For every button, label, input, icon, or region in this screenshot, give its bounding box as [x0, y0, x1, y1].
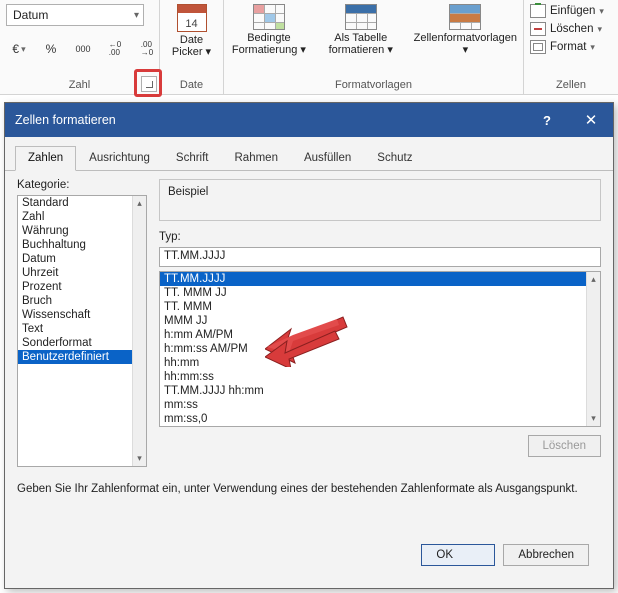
- scroll-up-icon: ▴: [591, 272, 596, 287]
- dialog-body: Kategorie: StandardZahlWährungBuchhaltun…: [5, 171, 613, 588]
- scrollbar[interactable]: ▴ ▾: [586, 272, 600, 426]
- category-item[interactable]: Text: [18, 322, 132, 336]
- cancel-button[interactable]: Abbrechen: [503, 544, 589, 566]
- format-item[interactable]: TT.MM.JJJJ: [160, 272, 586, 286]
- delete-cells-label: Löschen: [550, 23, 593, 35]
- preview-label: Beispiel: [168, 186, 592, 198]
- calendar-icon: 14: [177, 4, 207, 32]
- category-item[interactable]: Währung: [18, 224, 132, 238]
- cell-styles-label: Zellenformatvorlagen ▾: [414, 32, 517, 56]
- scroll-up-icon: ▴: [137, 196, 142, 211]
- format-item[interactable]: mm:ss,0: [160, 412, 586, 426]
- tab-schrift[interactable]: Schrift: [163, 146, 222, 171]
- delete-cells-button[interactable]: Löschen ▾: [530, 22, 612, 36]
- tab-ausrichtung[interactable]: Ausrichtung: [76, 146, 163, 171]
- chevron-down-icon: ▾: [597, 24, 602, 35]
- conditional-formatting-label: Bedingte Formatierung ▾: [230, 32, 308, 56]
- number-format-combo[interactable]: Datum ▾: [6, 4, 144, 26]
- category-item[interactable]: Sonderformat: [18, 336, 132, 350]
- category-label: Kategorie:: [17, 179, 147, 191]
- format-item[interactable]: @: [160, 426, 586, 427]
- conditional-formatting-icon: [253, 4, 285, 30]
- format-item[interactable]: hh:mm:ss: [160, 370, 586, 384]
- delete-icon: [530, 22, 546, 36]
- format-as-table-button[interactable]: Als Tabelle formatieren ▾: [322, 4, 400, 56]
- format-item[interactable]: hh:mm: [160, 356, 586, 370]
- cell-styles-button[interactable]: Zellenformatvorlagen ▾: [414, 4, 517, 56]
- scroll-down-icon: ▾: [137, 451, 142, 466]
- increase-decimal-button[interactable]: ←0.00: [102, 38, 128, 60]
- format-cells-dialog: Zellen formatieren ? ✕ Zahlen Ausrichtun…: [4, 102, 614, 589]
- ribbon: Datum ▾ € % 000 ←0.00 .00→0 Zahl 14 Date…: [0, 0, 618, 95]
- tab-zahlen[interactable]: Zahlen: [15, 146, 76, 171]
- dialog-tabs: Zahlen Ausrichtung Schrift Rahmen Ausfül…: [5, 137, 613, 171]
- type-input[interactable]: TT.MM.JJJJ: [159, 247, 601, 267]
- help-button[interactable]: ?: [525, 103, 569, 137]
- category-item[interactable]: Buchhaltung: [18, 238, 132, 252]
- cell-styles-icon: [449, 4, 481, 30]
- ok-button[interactable]: OK: [421, 544, 495, 566]
- number-format-combo-value: Datum: [13, 8, 48, 22]
- format-item[interactable]: TT. MMM: [160, 300, 586, 314]
- scrollbar[interactable]: ▴ ▾: [132, 196, 146, 466]
- insert-cells-label: Einfügen: [550, 5, 595, 17]
- ribbon-group-number: Datum ▾ € % 000 ←0.00 .00→0 Zahl: [0, 0, 160, 94]
- chevron-down-icon: ▾: [599, 6, 604, 17]
- format-item[interactable]: mm:ss: [160, 398, 586, 412]
- category-item[interactable]: Prozent: [18, 280, 132, 294]
- format-as-table-label: Als Tabelle formatieren ▾: [322, 32, 400, 56]
- percent-button[interactable]: %: [38, 38, 64, 60]
- ribbon-group-label-cells: Zellen: [530, 77, 612, 94]
- ribbon-group-cells: Einfügen ▾ Löschen ▾ Format ▾ Zellen: [524, 0, 618, 94]
- format-icon: [530, 40, 546, 54]
- date-picker-button[interactable]: 14 Date Picker ▾: [166, 4, 217, 58]
- format-item[interactable]: h:mm:ss AM/PM: [160, 342, 586, 356]
- close-button[interactable]: ✕: [569, 103, 613, 137]
- chevron-down-icon: ▾: [590, 42, 595, 53]
- dialog-titlebar[interactable]: Zellen formatieren ? ✕: [5, 103, 613, 137]
- format-item[interactable]: h:mm AM/PM: [160, 328, 586, 342]
- category-item[interactable]: Wissenschaft: [18, 308, 132, 322]
- dialog-launcher-number[interactable]: [141, 76, 157, 92]
- category-item[interactable]: Datum: [18, 252, 132, 266]
- decrease-decimal-button[interactable]: .00→0: [134, 38, 160, 60]
- ribbon-group-label-date: Date: [166, 77, 217, 94]
- conditional-formatting-button[interactable]: Bedingte Formatierung ▾: [230, 4, 308, 56]
- tab-schutz[interactable]: Schutz: [364, 146, 425, 171]
- close-icon: ✕: [585, 111, 598, 129]
- ribbon-group-label-styles: Formatvorlagen: [230, 77, 517, 94]
- table-icon: [345, 4, 377, 30]
- chevron-down-icon: ▾: [134, 10, 139, 21]
- tab-rahmen[interactable]: Rahmen: [222, 146, 291, 171]
- tab-ausfuellen[interactable]: Ausfüllen: [291, 146, 364, 171]
- currency-button[interactable]: €: [6, 38, 32, 60]
- format-cells-label: Format: [550, 41, 586, 53]
- format-item[interactable]: TT.MM.JJJJ hh:mm: [160, 384, 586, 398]
- category-item[interactable]: Zahl: [18, 210, 132, 224]
- format-item[interactable]: TT. MMM JJ: [160, 286, 586, 300]
- ribbon-group-date: 14 Date Picker ▾ Date: [160, 0, 224, 94]
- hint-text: Geben Sie Ihr Zahlenformat ein, unter Ve…: [17, 483, 601, 495]
- thousands-button[interactable]: 000: [70, 38, 96, 60]
- scroll-down-icon: ▾: [591, 411, 596, 426]
- category-item[interactable]: Uhrzeit: [18, 266, 132, 280]
- dialog-title: Zellen formatieren: [15, 113, 116, 127]
- ribbon-group-styles: Bedingte Formatierung ▾ Als Tabelle form…: [224, 0, 524, 94]
- date-picker-label: Date Picker ▾: [166, 34, 217, 58]
- category-item[interactable]: Bruch: [18, 294, 132, 308]
- delete-format-button[interactable]: Löschen: [528, 435, 601, 457]
- format-cells-button[interactable]: Format ▾: [530, 40, 612, 54]
- ribbon-group-label-number: Zahl: [6, 77, 153, 94]
- type-input-value: TT.MM.JJJJ: [164, 250, 225, 262]
- format-item[interactable]: MMM JJ: [160, 314, 586, 328]
- category-item[interactable]: Benutzerdefiniert: [18, 350, 132, 364]
- category-item[interactable]: Standard: [18, 196, 132, 210]
- format-listbox[interactable]: TT.MM.JJJJTT. MMM JJTT. MMMMMM JJh:mm AM…: [159, 271, 601, 427]
- insert-icon: [530, 4, 546, 18]
- preview-box: Beispiel: [159, 179, 601, 221]
- category-listbox[interactable]: StandardZahlWährungBuchhaltungDatumUhrze…: [17, 195, 147, 467]
- type-label: Typ:: [159, 231, 601, 243]
- insert-cells-button[interactable]: Einfügen ▾: [530, 4, 612, 18]
